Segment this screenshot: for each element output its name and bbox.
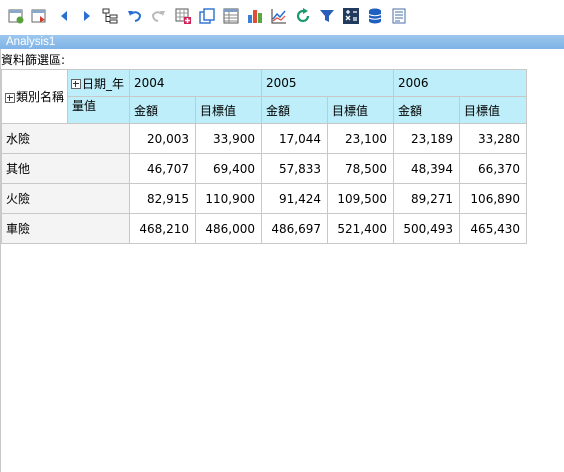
- data-cell: 91,424: [261, 183, 329, 214]
- formula-icon[interactable]: [342, 7, 360, 25]
- data-cell: 465,430: [459, 213, 528, 244]
- row-label[interactable]: 車險: [1, 213, 130, 244]
- year-header[interactable]: 2005: [261, 69, 395, 97]
- add-calc-icon[interactable]: [174, 7, 192, 25]
- data-cell: 106,890: [459, 183, 528, 214]
- measure-amount-header[interactable]: 金額: [393, 96, 461, 124]
- expand-icon[interactable]: [5, 92, 15, 103]
- new-report-icon[interactable]: [7, 7, 25, 25]
- chart-view-icon[interactable]: [246, 7, 264, 25]
- data-cell: 20,003: [129, 123, 196, 154]
- tree-layout-icon[interactable]: [101, 7, 119, 25]
- report-icon[interactable]: [390, 7, 408, 25]
- row-label[interactable]: 火險: [1, 183, 130, 214]
- table-row: 車險 468,210 486,000 486,697 521,400 500,4…: [1, 213, 528, 244]
- data-cell: 33,900: [194, 123, 263, 154]
- measure-target-header[interactable]: 目標值: [459, 96, 528, 124]
- row-label[interactable]: 其他: [1, 153, 130, 184]
- data-cell: 66,370: [459, 153, 528, 184]
- save-report-icon[interactable]: [30, 7, 48, 25]
- undo-icon[interactable]: [126, 7, 144, 25]
- window-title: Analysis1: [0, 35, 564, 49]
- data-cell: 69,400: [194, 153, 263, 184]
- measure-header: 量值: [67, 96, 130, 124]
- data-cell: 33,280: [459, 123, 528, 154]
- data-cell: 17,044: [261, 123, 329, 154]
- column-dimension-header[interactable]: 日期_年: [67, 69, 130, 97]
- measure-target-header[interactable]: 目標值: [327, 96, 395, 124]
- data-cell: 23,189: [393, 123, 461, 154]
- data-cell: 48,394: [393, 153, 461, 184]
- year-header[interactable]: 2004: [128, 69, 263, 97]
- data-cell: 89,271: [393, 183, 461, 214]
- data-cell: 500,493: [393, 213, 461, 244]
- data-cell: 468,210: [129, 213, 196, 244]
- table-view-icon[interactable]: [222, 7, 240, 25]
- line-chart-icon[interactable]: [270, 7, 288, 25]
- data-cell: 78,500: [327, 153, 395, 184]
- data-cell: 82,915: [129, 183, 196, 214]
- table-row: 火險 82,915 110,900 91,424 109,500 89,271 …: [1, 183, 528, 214]
- filter-area-label: 資料篩選區:: [1, 53, 66, 67]
- column-dimension-label: 日期_年: [82, 76, 125, 91]
- data-cell: 521,400: [327, 213, 395, 244]
- database-icon[interactable]: [366, 7, 384, 25]
- back-icon[interactable]: [55, 7, 73, 25]
- expand-icon[interactable]: [71, 79, 81, 89]
- year-header[interactable]: 2006: [393, 69, 528, 97]
- copy-icon[interactable]: [198, 7, 216, 25]
- refresh-icon[interactable]: [294, 7, 312, 25]
- measure-amount-header[interactable]: 金額: [261, 96, 329, 124]
- row-dimension-header[interactable]: 類別名稱: [1, 69, 68, 124]
- data-cell: 110,900: [194, 183, 263, 214]
- data-cell: 486,000: [194, 213, 263, 244]
- data-cell: 109,500: [327, 183, 395, 214]
- filter-icon[interactable]: [318, 7, 336, 25]
- forward-icon[interactable]: [78, 7, 96, 25]
- toolbar: [0, 0, 564, 32]
- pivot-table: 類別名稱 日期_年 2004 2005 2006 量值 金額 目標值 金額 目標…: [1, 69, 528, 244]
- measure-amount-header[interactable]: 金額: [129, 96, 196, 124]
- redo-icon[interactable]: [149, 7, 167, 25]
- data-cell: 23,100: [327, 123, 395, 154]
- table-row: 水險 20,003 33,900 17,044 23,100 23,189 33…: [1, 123, 528, 154]
- row-label[interactable]: 水險: [1, 123, 130, 154]
- data-cell: 486,697: [261, 213, 329, 244]
- measure-target-header[interactable]: 目標值: [194, 96, 263, 124]
- table-row: 其他 46,707 69,400 57,833 78,500 48,394 66…: [1, 153, 528, 184]
- data-cell: 57,833: [261, 153, 329, 184]
- data-cell: 46,707: [129, 153, 196, 184]
- row-dimension-label: 類別名稱: [16, 90, 65, 104]
